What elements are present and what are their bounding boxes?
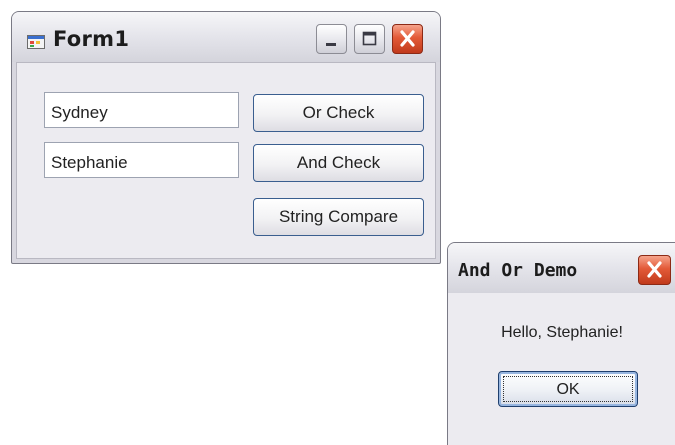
desktop: Form1 Or Check And Ch	[0, 0, 675, 445]
textbox-first[interactable]	[44, 92, 239, 128]
and-check-button[interactable]: And Check	[253, 144, 424, 182]
message-box-titlebar[interactable]: And Or Demo	[448, 243, 675, 293]
form1-client-area: Or Check And Check String Compare	[16, 62, 436, 259]
message-box-title: And Or Demo	[458, 260, 578, 281]
form1-title: Form1	[53, 27, 130, 51]
ok-button[interactable]: OK	[498, 371, 638, 407]
minimize-button[interactable]	[316, 24, 347, 54]
close-icon	[647, 261, 662, 278]
maximize-button[interactable]	[354, 24, 385, 54]
close-button[interactable]	[392, 24, 423, 54]
form1-window: Form1 Or Check And Ch	[11, 11, 441, 264]
string-compare-button[interactable]: String Compare	[253, 198, 424, 236]
form-app-icon	[27, 34, 45, 49]
textbox-second[interactable]	[44, 142, 239, 178]
message-text: Hello, Stephanie!	[501, 324, 623, 341]
maximize-icon	[362, 31, 377, 46]
message-box-window: And Or Demo Hello, Stephanie! OK	[447, 242, 675, 445]
message-box-close-button[interactable]	[638, 255, 671, 285]
or-check-button[interactable]: Or Check	[253, 94, 424, 132]
form1-titlebar[interactable]: Form1	[12, 12, 440, 62]
close-icon	[400, 30, 415, 47]
minimize-icon	[326, 43, 336, 46]
ok-button-label: OK	[503, 376, 633, 402]
